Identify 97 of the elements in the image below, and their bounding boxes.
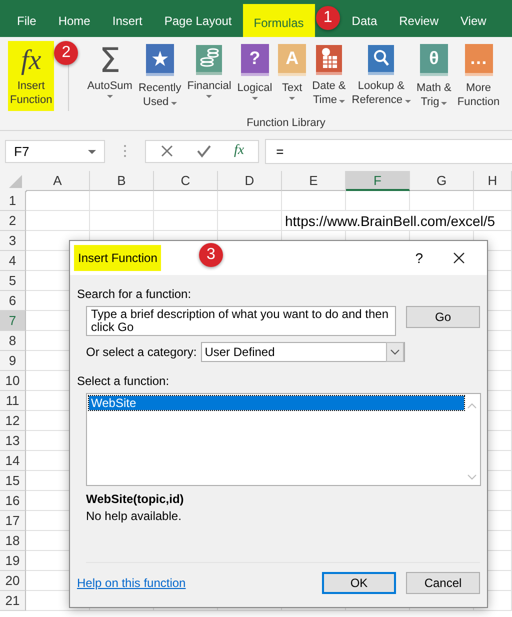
row-header[interactable]: 12 xyxy=(0,411,26,431)
column-header[interactable]: F xyxy=(346,171,410,191)
row-header[interactable]: 20 xyxy=(0,571,26,591)
ribbon-tab[interactable]: View xyxy=(450,0,498,37)
search-field[interactable]: Type a brief description of what you want to do and then click Go xyxy=(86,306,396,336)
ribbon-button[interactable]: Lookup & Reference xyxy=(350,41,413,111)
name-box[interactable]: F7 xyxy=(5,140,105,162)
book-icon: θ xyxy=(420,44,448,76)
row-header[interactable]: 11 xyxy=(0,391,26,411)
grid-cell[interactable] xyxy=(218,191,282,211)
column-header[interactable]: B xyxy=(90,171,154,191)
grid-cell[interactable] xyxy=(410,191,474,211)
cell-text: https://www.BrainBell.com/excel/5 xyxy=(282,211,512,231)
callout-badge: 3 xyxy=(199,243,223,267)
row-header[interactable]: 8 xyxy=(0,331,26,351)
close-icon[interactable] xyxy=(453,252,465,264)
ribbon-button[interactable]: … More Function xyxy=(455,41,502,113)
function-signature: WebSite(topic,id) xyxy=(86,492,185,506)
grip-icon xyxy=(123,144,127,158)
row-header[interactable]: 16 xyxy=(0,491,26,511)
column-header[interactable]: C xyxy=(154,171,218,191)
row-header[interactable]: 2 xyxy=(0,211,26,231)
column-header[interactable]: A xyxy=(26,171,90,191)
ribbon-button[interactable]: ? Logical xyxy=(235,41,274,104)
grid-cell[interactable] xyxy=(346,191,410,211)
ribbon-tab[interactable]: Home xyxy=(47,0,102,37)
row-header[interactable]: 5 xyxy=(0,271,26,291)
function-description: No help available. xyxy=(86,509,182,523)
row-header[interactable]: 4 xyxy=(0,251,26,271)
column-header[interactable]: H xyxy=(474,171,512,191)
function-list-item[interactable]: WebSite xyxy=(89,396,464,410)
row-header[interactable]: 18 xyxy=(0,531,26,551)
ribbon-button[interactable]: fx Insert Function xyxy=(8,41,54,111)
row-header[interactable]: 3 xyxy=(0,231,26,251)
row-header[interactable]: 14 xyxy=(0,451,26,471)
ribbon-tab[interactable]: Formulas xyxy=(242,4,315,37)
ribbon-tab[interactable]: Review xyxy=(388,0,450,37)
grid-cell[interactable] xyxy=(154,211,218,231)
ribbon-button[interactable]: Date & Time xyxy=(310,41,348,111)
book-icon: ? xyxy=(240,44,269,76)
book-icon: A xyxy=(278,44,306,76)
column-header[interactable]: E xyxy=(282,171,346,191)
book-icon: ★ xyxy=(146,44,174,76)
help-button[interactable]: ? xyxy=(415,250,423,266)
ribbon-group-label: Function Library xyxy=(246,117,326,129)
scroll-up-icon xyxy=(467,402,477,410)
grid-cell[interactable] xyxy=(90,191,154,211)
row-header[interactable]: 21 xyxy=(0,591,26,611)
row-header[interactable]: 10 xyxy=(0,371,26,391)
ribbon-button[interactable]: ★ Recently Used xyxy=(136,41,184,113)
dialog-title: Insert Function xyxy=(74,245,162,271)
ribbon-tab[interactable]: Insert xyxy=(101,0,154,37)
search-label: Search for a function: xyxy=(77,287,192,301)
caret-icon xyxy=(88,150,96,154)
scroll-down-icon xyxy=(467,473,477,481)
row-header[interactable]: 1 xyxy=(0,191,26,211)
grid-cell[interactable] xyxy=(154,191,218,211)
go-button[interactable]: Go xyxy=(406,306,480,328)
row-header[interactable]: 19 xyxy=(0,551,26,571)
cell-reference: F7 xyxy=(14,144,30,158)
grid-cell[interactable] xyxy=(474,191,512,211)
grid-cell[interactable] xyxy=(26,211,90,231)
cancel-icon[interactable] xyxy=(160,144,174,158)
row-header[interactable]: 15 xyxy=(0,471,26,491)
help-link[interactable]: Help on this function xyxy=(77,576,186,590)
ribbon-tab[interactable]: Page Layout xyxy=(153,0,243,37)
insert-function-button[interactable]: fx xyxy=(234,143,244,159)
ribbon-tab[interactable]: File xyxy=(6,0,48,37)
book-icon: … xyxy=(464,44,492,76)
ribbon-button[interactable]: Financial xyxy=(185,41,234,102)
row-header[interactable]: 13 xyxy=(0,431,26,451)
row-header[interactable]: 7 xyxy=(0,311,26,331)
column-header[interactable]: G xyxy=(410,171,474,191)
function-list-label: Select a function: xyxy=(77,374,170,388)
chevron-down-icon xyxy=(386,342,404,362)
dialog-button[interactable]: Cancel xyxy=(406,572,480,594)
check-icon[interactable] xyxy=(196,144,212,158)
grid-cell[interactable] xyxy=(26,191,90,211)
grid-cell[interactable] xyxy=(282,191,346,211)
callout-badge: 2 xyxy=(54,41,78,65)
column-header[interactable]: D xyxy=(218,171,282,191)
ribbon-tab[interactable]: Data xyxy=(340,0,388,37)
row-header[interactable]: 17 xyxy=(0,511,26,531)
formula-input-field[interactable]: = xyxy=(265,138,512,164)
row-header[interactable]: 9 xyxy=(0,351,26,371)
dialog-button[interactable]: OK xyxy=(322,572,396,594)
ribbon-button[interactable]: A Text xyxy=(276,41,308,104)
row-header[interactable]: 6 xyxy=(0,291,26,311)
function-icon: Σ xyxy=(99,43,121,79)
ribbon-button[interactable]: θ Math & Trig xyxy=(414,41,454,113)
callout-badge: 1 xyxy=(316,6,340,30)
function-icon: fx xyxy=(20,43,42,79)
category-dropdown[interactable]: User Defined xyxy=(200,342,405,362)
grid-cell[interactable] xyxy=(218,211,282,231)
category-label: Or select a category: xyxy=(86,345,197,359)
grid-cell[interactable] xyxy=(90,211,154,231)
ribbon-button[interactable]: Σ AutoSum xyxy=(85,41,134,102)
